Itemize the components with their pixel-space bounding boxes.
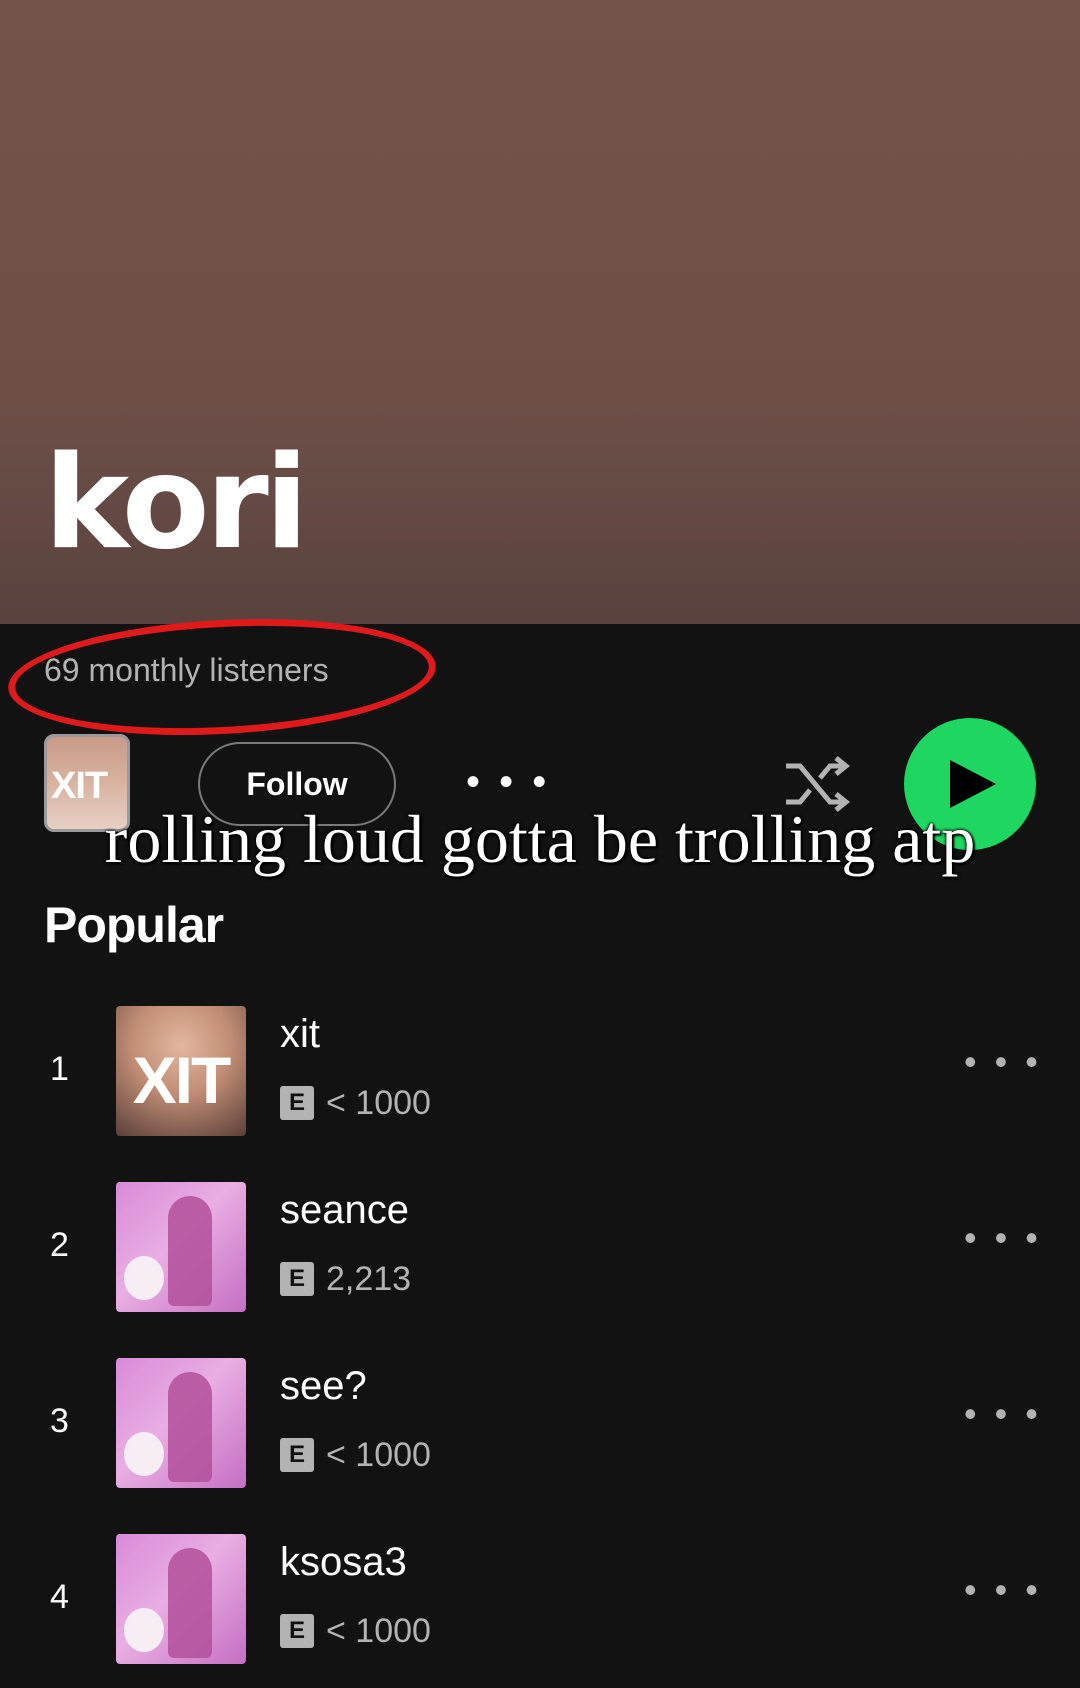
track-artwork xyxy=(116,1182,246,1312)
artwork-kitty xyxy=(124,1608,164,1652)
play-count: 2,213 xyxy=(326,1260,412,1298)
track-title: seance xyxy=(280,1188,409,1232)
artwork-text: XIT xyxy=(132,1043,232,1117)
play-count: < 1000 xyxy=(326,1436,431,1474)
track-title: see? xyxy=(280,1364,367,1408)
track-title: ksosa3 xyxy=(280,1540,407,1584)
artwork-kitty xyxy=(124,1256,164,1300)
explicit-badge: E xyxy=(280,1438,314,1472)
track-more-icon[interactable]: • • • xyxy=(964,1220,1042,1256)
track-artwork xyxy=(116,1358,246,1488)
artwork-kitty xyxy=(124,1432,164,1476)
track-number: 3 xyxy=(50,1402,69,1440)
artist-name: kori xyxy=(44,429,309,578)
artwork-figure xyxy=(168,1196,212,1306)
explicit-badge: E xyxy=(280,1262,314,1296)
track-artwork: XIT xyxy=(116,1006,246,1136)
more-options-icon[interactable]: • • • xyxy=(466,762,550,802)
track-more-icon[interactable]: • • • xyxy=(964,1396,1042,1432)
play-count: < 1000 xyxy=(326,1612,431,1650)
explicit-badge: E xyxy=(280,1614,314,1648)
track-number: 4 xyxy=(50,1578,69,1616)
track-title: xit xyxy=(280,1012,320,1056)
track-row[interactable]: 3 see? E < 1000 • • • xyxy=(0,1356,1080,1488)
explicit-badge: E xyxy=(280,1086,314,1120)
track-more-icon[interactable]: • • • xyxy=(964,1572,1042,1608)
track-number: 2 xyxy=(50,1226,69,1264)
track-more-icon[interactable]: • • • xyxy=(964,1044,1042,1080)
red-annotation-circle xyxy=(5,608,439,746)
track-number: 1 xyxy=(50,1050,69,1088)
video-caption: rolling loud gotta be trolling atp xyxy=(104,801,976,877)
track-row[interactable]: 4 ksosa3 E < 1000 • • • xyxy=(0,1532,1080,1664)
play-count: < 1000 xyxy=(326,1084,431,1122)
popular-section-title: Popular xyxy=(44,897,224,953)
artwork-figure xyxy=(168,1372,212,1482)
track-row[interactable]: 1 XIT xit E < 1000 • • • xyxy=(0,1004,1080,1136)
track-row[interactable]: 2 seance E 2,213 • • • xyxy=(0,1180,1080,1312)
track-artwork xyxy=(116,1534,246,1664)
artwork-figure xyxy=(168,1548,212,1658)
